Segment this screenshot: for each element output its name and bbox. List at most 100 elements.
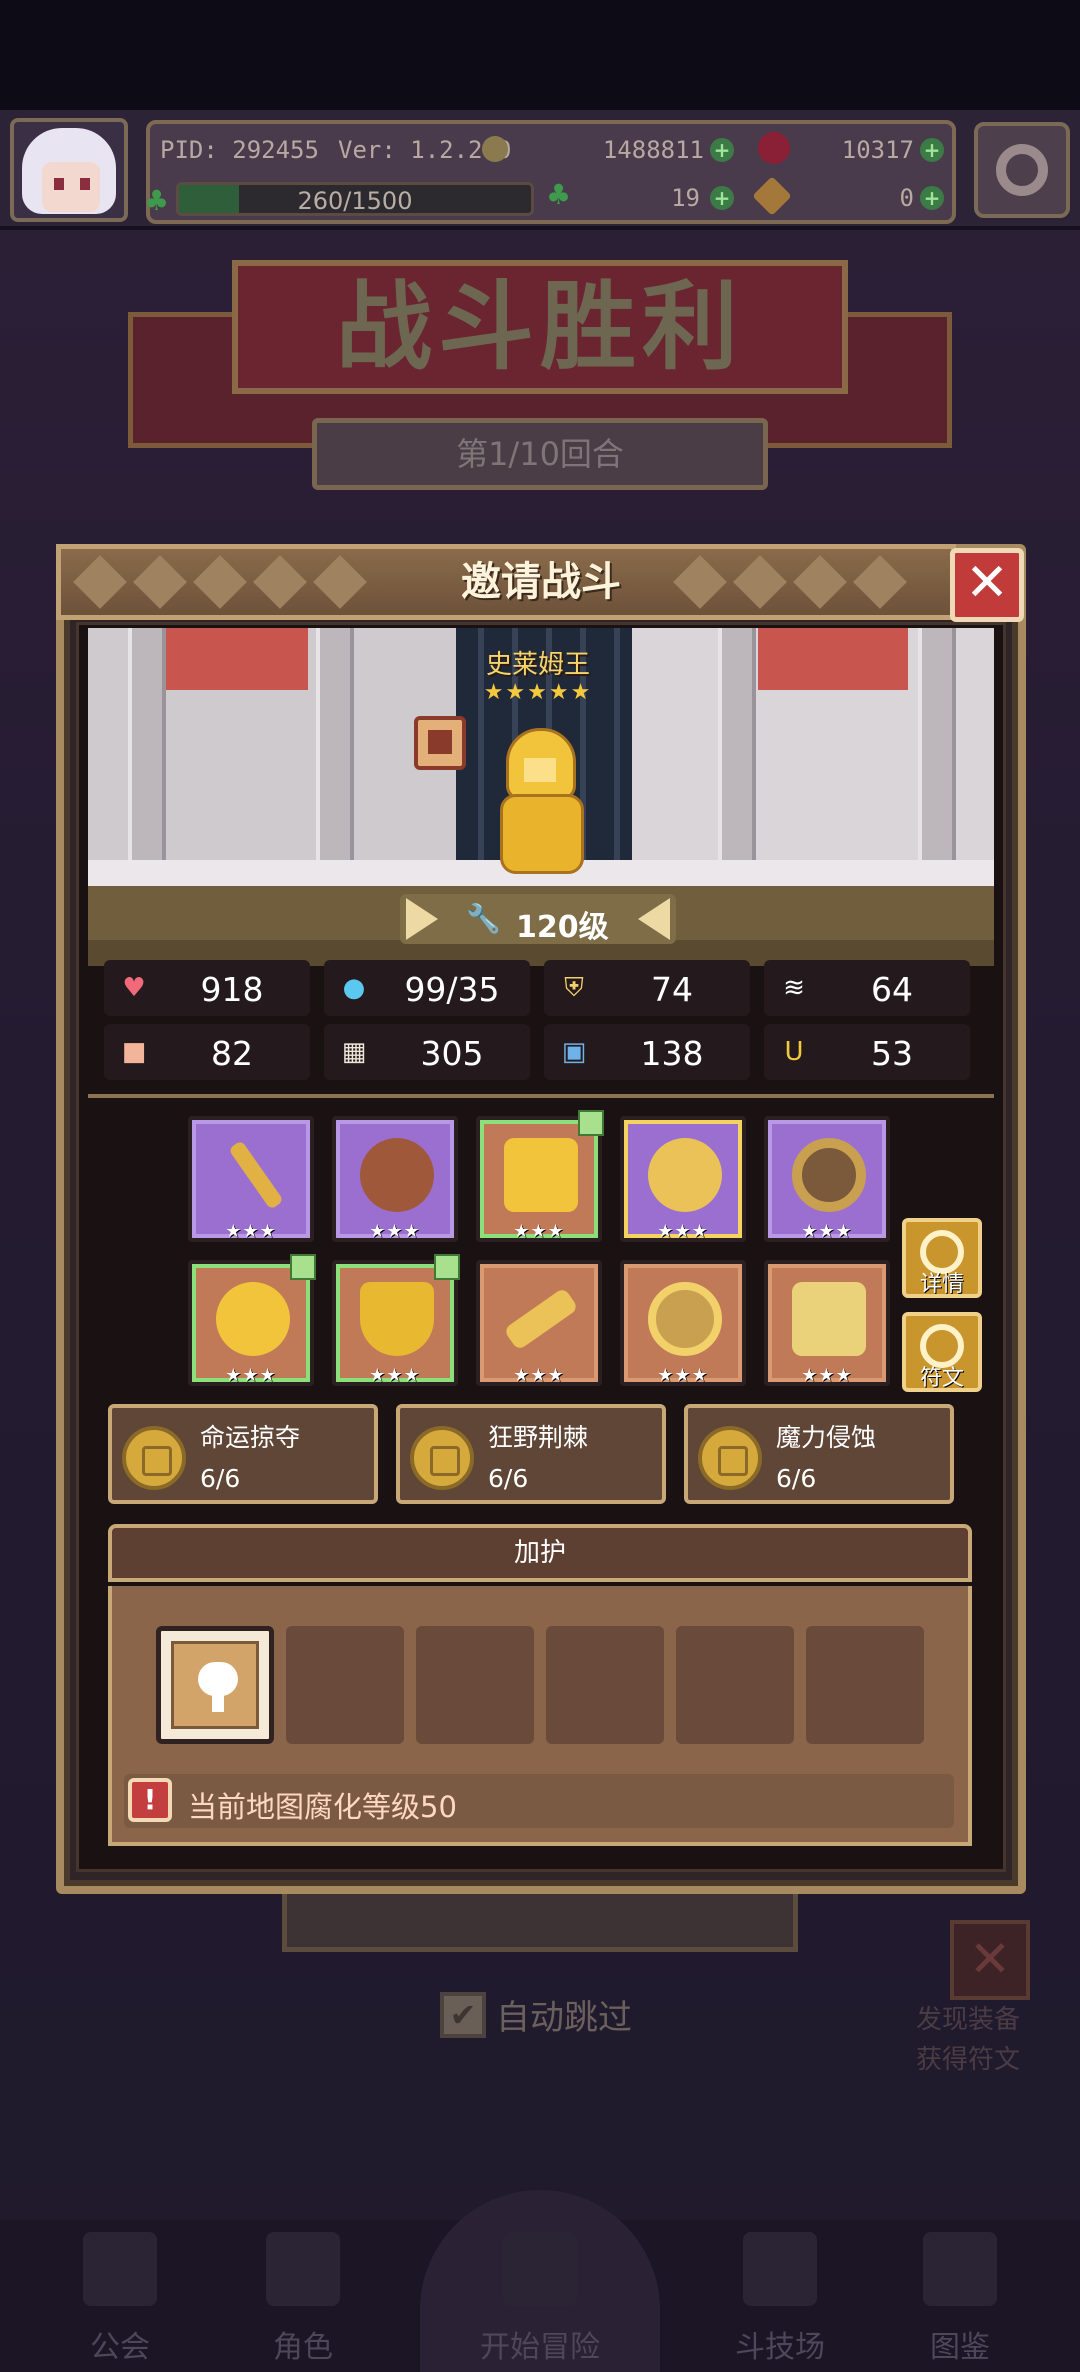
gold-coin-icon bbox=[482, 136, 508, 162]
boss-rating: ★★★★★ bbox=[483, 680, 593, 705]
player-avatar[interactable] bbox=[10, 118, 128, 222]
character-icon bbox=[266, 2232, 340, 2306]
add-gold-button[interactable]: + bbox=[710, 138, 734, 162]
stamina-bar: 260/1500 bbox=[176, 182, 534, 216]
equip-slot-offhand[interactable]: ★★★ bbox=[332, 1116, 458, 1242]
gem-amount: 10317 bbox=[841, 136, 914, 164]
gold-amount: 1488811 bbox=[602, 136, 704, 164]
blessing-slot-empty[interactable] bbox=[806, 1626, 924, 1744]
status-bar-area bbox=[0, 0, 1080, 110]
blessing-slot-empty[interactable] bbox=[416, 1626, 534, 1744]
close-icon: ✕ bbox=[965, 553, 1009, 613]
gem-icon bbox=[758, 132, 790, 164]
set-bonus-mana-erosion[interactable]: 魔力侵蚀 6/6 bbox=[684, 1404, 954, 1504]
stat-attack: ■ 82 bbox=[104, 1024, 310, 1080]
equip-slot-weapon[interactable]: ★★★ bbox=[188, 1116, 314, 1242]
boss-name: 史莱姆王 bbox=[485, 650, 590, 680]
orb-icon bbox=[360, 1138, 434, 1212]
nav-start-adventure[interactable]: 开始冒险 bbox=[460, 2232, 620, 2365]
stat-hp: ♥ 918 bbox=[104, 960, 310, 1016]
necklace-icon bbox=[504, 1138, 578, 1212]
set-emblem-icon bbox=[410, 1426, 474, 1490]
equip-slot-boots[interactable]: ★★★ bbox=[764, 1260, 890, 1386]
clover-amount: 19 bbox=[671, 184, 700, 212]
settings-gear-icon[interactable] bbox=[974, 122, 1070, 218]
stat-magic: ▦ 305 bbox=[324, 1024, 530, 1080]
codex-icon bbox=[923, 2232, 997, 2306]
potion-icon: ▣ bbox=[561, 1037, 587, 1067]
fist-icon: ■ bbox=[121, 1037, 147, 1067]
nav-character[interactable]: 角色 bbox=[243, 2232, 363, 2365]
stat-mana: ● 99/35 bbox=[324, 960, 530, 1016]
player-id: PID: 292455 bbox=[160, 136, 319, 164]
ring-icon bbox=[792, 1138, 866, 1212]
stat-speed: ≋ 64 bbox=[764, 960, 970, 1016]
horseshoe-icon: Ս bbox=[784, 1037, 804, 1067]
equip-slot-crown[interactable]: ★★★ bbox=[620, 1260, 746, 1386]
crown-icon bbox=[648, 1282, 722, 1356]
warning-icon: ! bbox=[128, 1778, 172, 1822]
runes-button[interactable]: 符文 bbox=[902, 1312, 982, 1392]
upgrade-arrow-icon bbox=[578, 1110, 604, 1136]
set-bonus-fate-plunder[interactable]: 命运掠夺 6/6 bbox=[108, 1404, 378, 1504]
book-icon: ▦ bbox=[341, 1037, 367, 1067]
equip-slot-helmet[interactable]: ★★★ bbox=[188, 1254, 316, 1386]
details-button[interactable]: 详情 bbox=[902, 1218, 982, 1298]
boss-level: 120级 bbox=[516, 910, 609, 945]
boss-badge-icon[interactable] bbox=[414, 716, 466, 770]
upgrade-arrow-icon bbox=[434, 1254, 460, 1280]
auto-skip-toggle[interactable]: ✔ 自动跳过 bbox=[440, 1990, 632, 2039]
shield-icon: ⛨ bbox=[564, 972, 584, 1003]
clover-icon: ♣ bbox=[546, 178, 572, 211]
wing-icon: ≋ bbox=[783, 973, 805, 1003]
add-gems-button[interactable]: + bbox=[920, 138, 944, 162]
boots-icon bbox=[792, 1282, 866, 1356]
stat-resist: ▣ 138 bbox=[544, 1024, 750, 1080]
mana-drop-icon: ● bbox=[342, 973, 366, 1003]
set-bonus-wild-thorns[interactable]: 狂野荆棘 6/6 bbox=[396, 1404, 666, 1504]
set-emblem-icon bbox=[698, 1426, 762, 1490]
stamina-value: 260/1500 bbox=[297, 187, 413, 215]
blessing-slot-empty[interactable] bbox=[546, 1626, 664, 1744]
auto-skip-label: 自动跳过 bbox=[496, 1998, 632, 2038]
equip-slot-armor[interactable]: ★★★ bbox=[332, 1254, 460, 1386]
blessing-header: 加护 bbox=[108, 1524, 972, 1582]
victory-title: 战斗胜利 bbox=[336, 271, 744, 383]
blessing-slot-empty[interactable] bbox=[676, 1626, 794, 1744]
equip-slot-bracer[interactable]: ★★★ bbox=[476, 1260, 602, 1386]
slime-king-sprite bbox=[492, 728, 596, 880]
crossed-swords-icon bbox=[743, 2232, 817, 2306]
set-emblem-icon bbox=[122, 1426, 186, 1490]
staff-icon bbox=[228, 1140, 284, 1210]
nav-codex[interactable]: 图鉴 bbox=[900, 2232, 1020, 2365]
divider bbox=[88, 1094, 994, 1098]
nav-arena[interactable]: 斗技场 bbox=[710, 2232, 850, 2365]
magnifier-icon bbox=[503, 2232, 577, 2306]
guild-icon bbox=[83, 2232, 157, 2306]
item-amount: 0 bbox=[899, 184, 914, 212]
stamina-clover-icon: ♣ bbox=[144, 184, 170, 217]
amulet-icon bbox=[648, 1138, 722, 1212]
level-badge: 🔧 120级 bbox=[400, 894, 676, 945]
helmet-icon bbox=[216, 1282, 290, 1356]
modal-title: 邀请战斗 bbox=[461, 559, 621, 605]
nav-guild[interactable]: 公会 bbox=[60, 2232, 180, 2365]
auto-skip-checkbox[interactable]: ✔ bbox=[440, 1991, 486, 2038]
dimmed-close-icon: ✕ bbox=[950, 1920, 1030, 2000]
stat-defense: ⛨ 74 bbox=[544, 960, 750, 1016]
corruption-warning-text: 当前地图腐化等级50 bbox=[188, 1790, 457, 1824]
armor-icon bbox=[360, 1282, 434, 1356]
blessing-slot-tree[interactable] bbox=[156, 1626, 274, 1744]
stat-luck: Ս 53 bbox=[764, 1024, 970, 1080]
tree-icon bbox=[198, 1662, 238, 1696]
equip-slot-ring[interactable]: ★★★ bbox=[764, 1116, 890, 1242]
equip-slot-necklace[interactable]: ★★★ bbox=[476, 1110, 604, 1242]
close-button[interactable]: ✕ bbox=[950, 548, 1024, 622]
wrench-icon: 🔧 bbox=[466, 902, 501, 935]
round-counter: 第1/10回合 bbox=[312, 418, 768, 490]
bracer-icon bbox=[503, 1287, 579, 1351]
equip-slot-amulet[interactable]: ★★★ bbox=[620, 1116, 746, 1242]
blessing-slot-empty[interactable] bbox=[286, 1626, 404, 1744]
add-clover-button[interactable]: + bbox=[710, 186, 734, 210]
add-item-button[interactable]: + bbox=[920, 186, 944, 210]
